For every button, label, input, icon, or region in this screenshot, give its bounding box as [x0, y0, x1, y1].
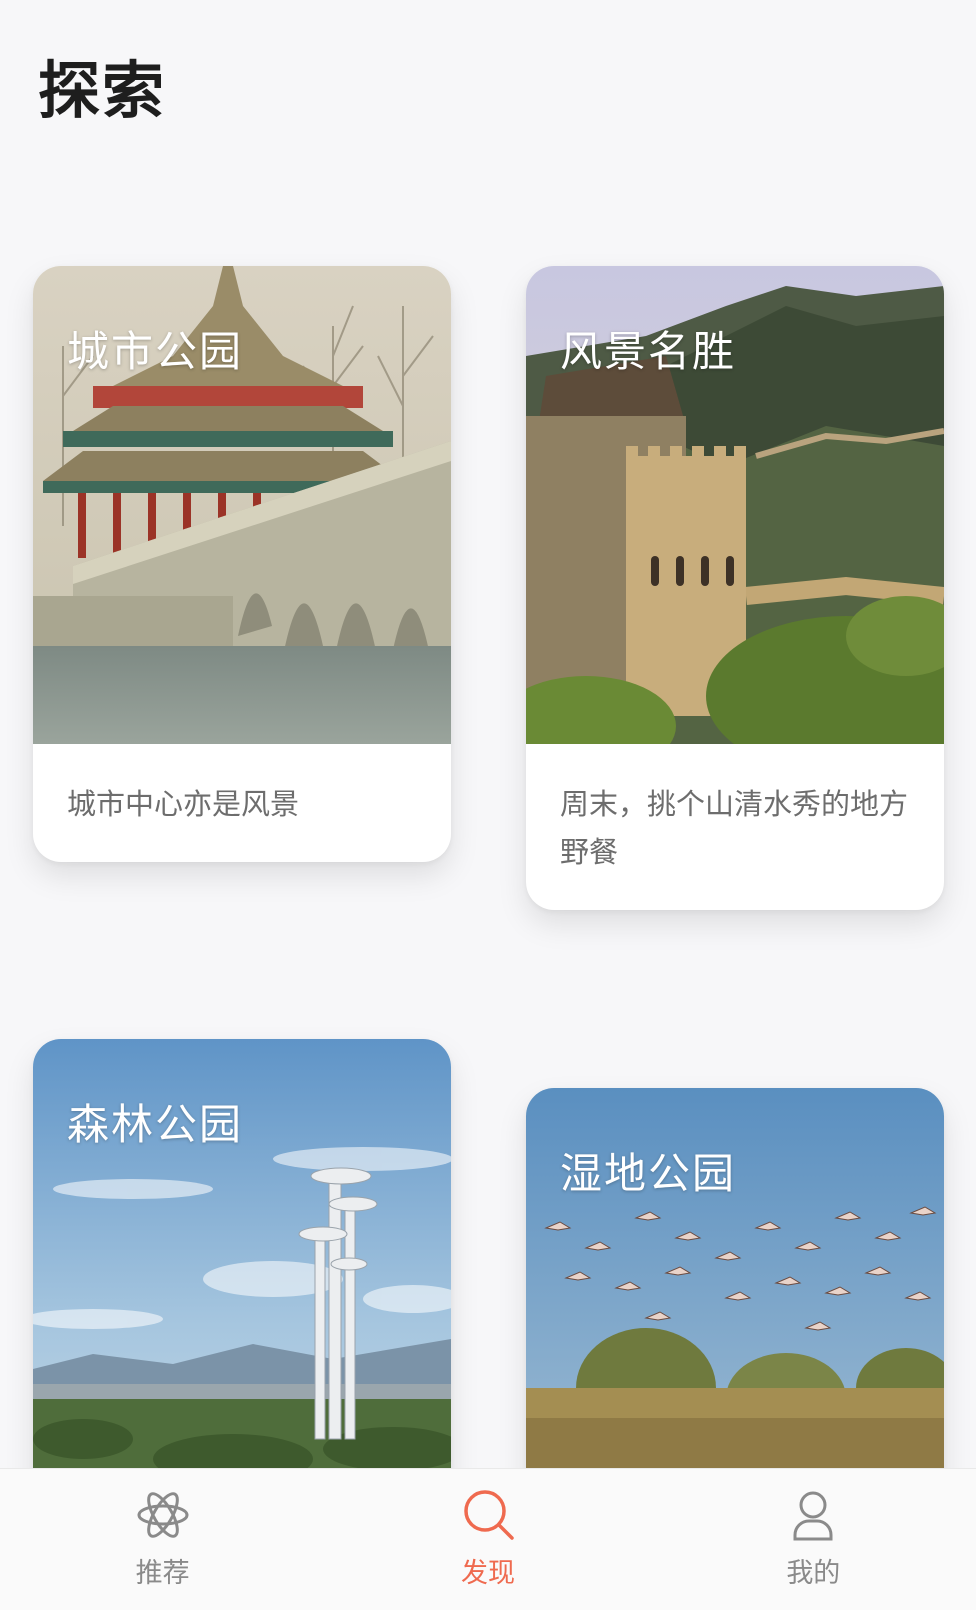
tab-discover[interactable]: 发现	[325, 1469, 650, 1610]
card-title: 湿地公园	[560, 1149, 737, 1198]
card-title: 森林公园	[67, 1100, 244, 1149]
card-title: 风景名胜	[560, 327, 737, 376]
tab-label: 我的	[786, 1558, 841, 1589]
card-image-city-park: 城市公园	[33, 266, 451, 744]
tab-label: 推荐	[135, 1558, 190, 1589]
page-title: 探索	[38, 54, 167, 127]
search-icon	[464, 1490, 514, 1540]
card-image-scenic-spot: 风景名胜	[526, 266, 944, 744]
card-scenic-spot[interactable]: 风景名胜 周末，挑个山清水秀的地方野餐	[526, 266, 944, 910]
tab-label: 发现	[460, 1558, 515, 1589]
atom-icon	[137, 1492, 189, 1538]
card-city-park[interactable]: 城市公园 城市中心亦是风景	[33, 266, 451, 862]
person-icon	[793, 1491, 833, 1541]
tab-recommend[interactable]: 推荐	[0, 1469, 325, 1610]
bottom-tab-bar: 推荐 发现 我的	[0, 1468, 976, 1610]
tab-mine[interactable]: 我的	[651, 1469, 976, 1610]
card-forest-park[interactable]: 森林公园	[33, 1039, 451, 1517]
card-description: 城市中心亦是风景	[67, 787, 300, 821]
card-title: 城市公园	[67, 327, 244, 376]
card-image-forest-park: 森林公园	[33, 1039, 451, 1517]
card-description: 周末，挑个山清水秀的地方野餐	[560, 787, 909, 869]
